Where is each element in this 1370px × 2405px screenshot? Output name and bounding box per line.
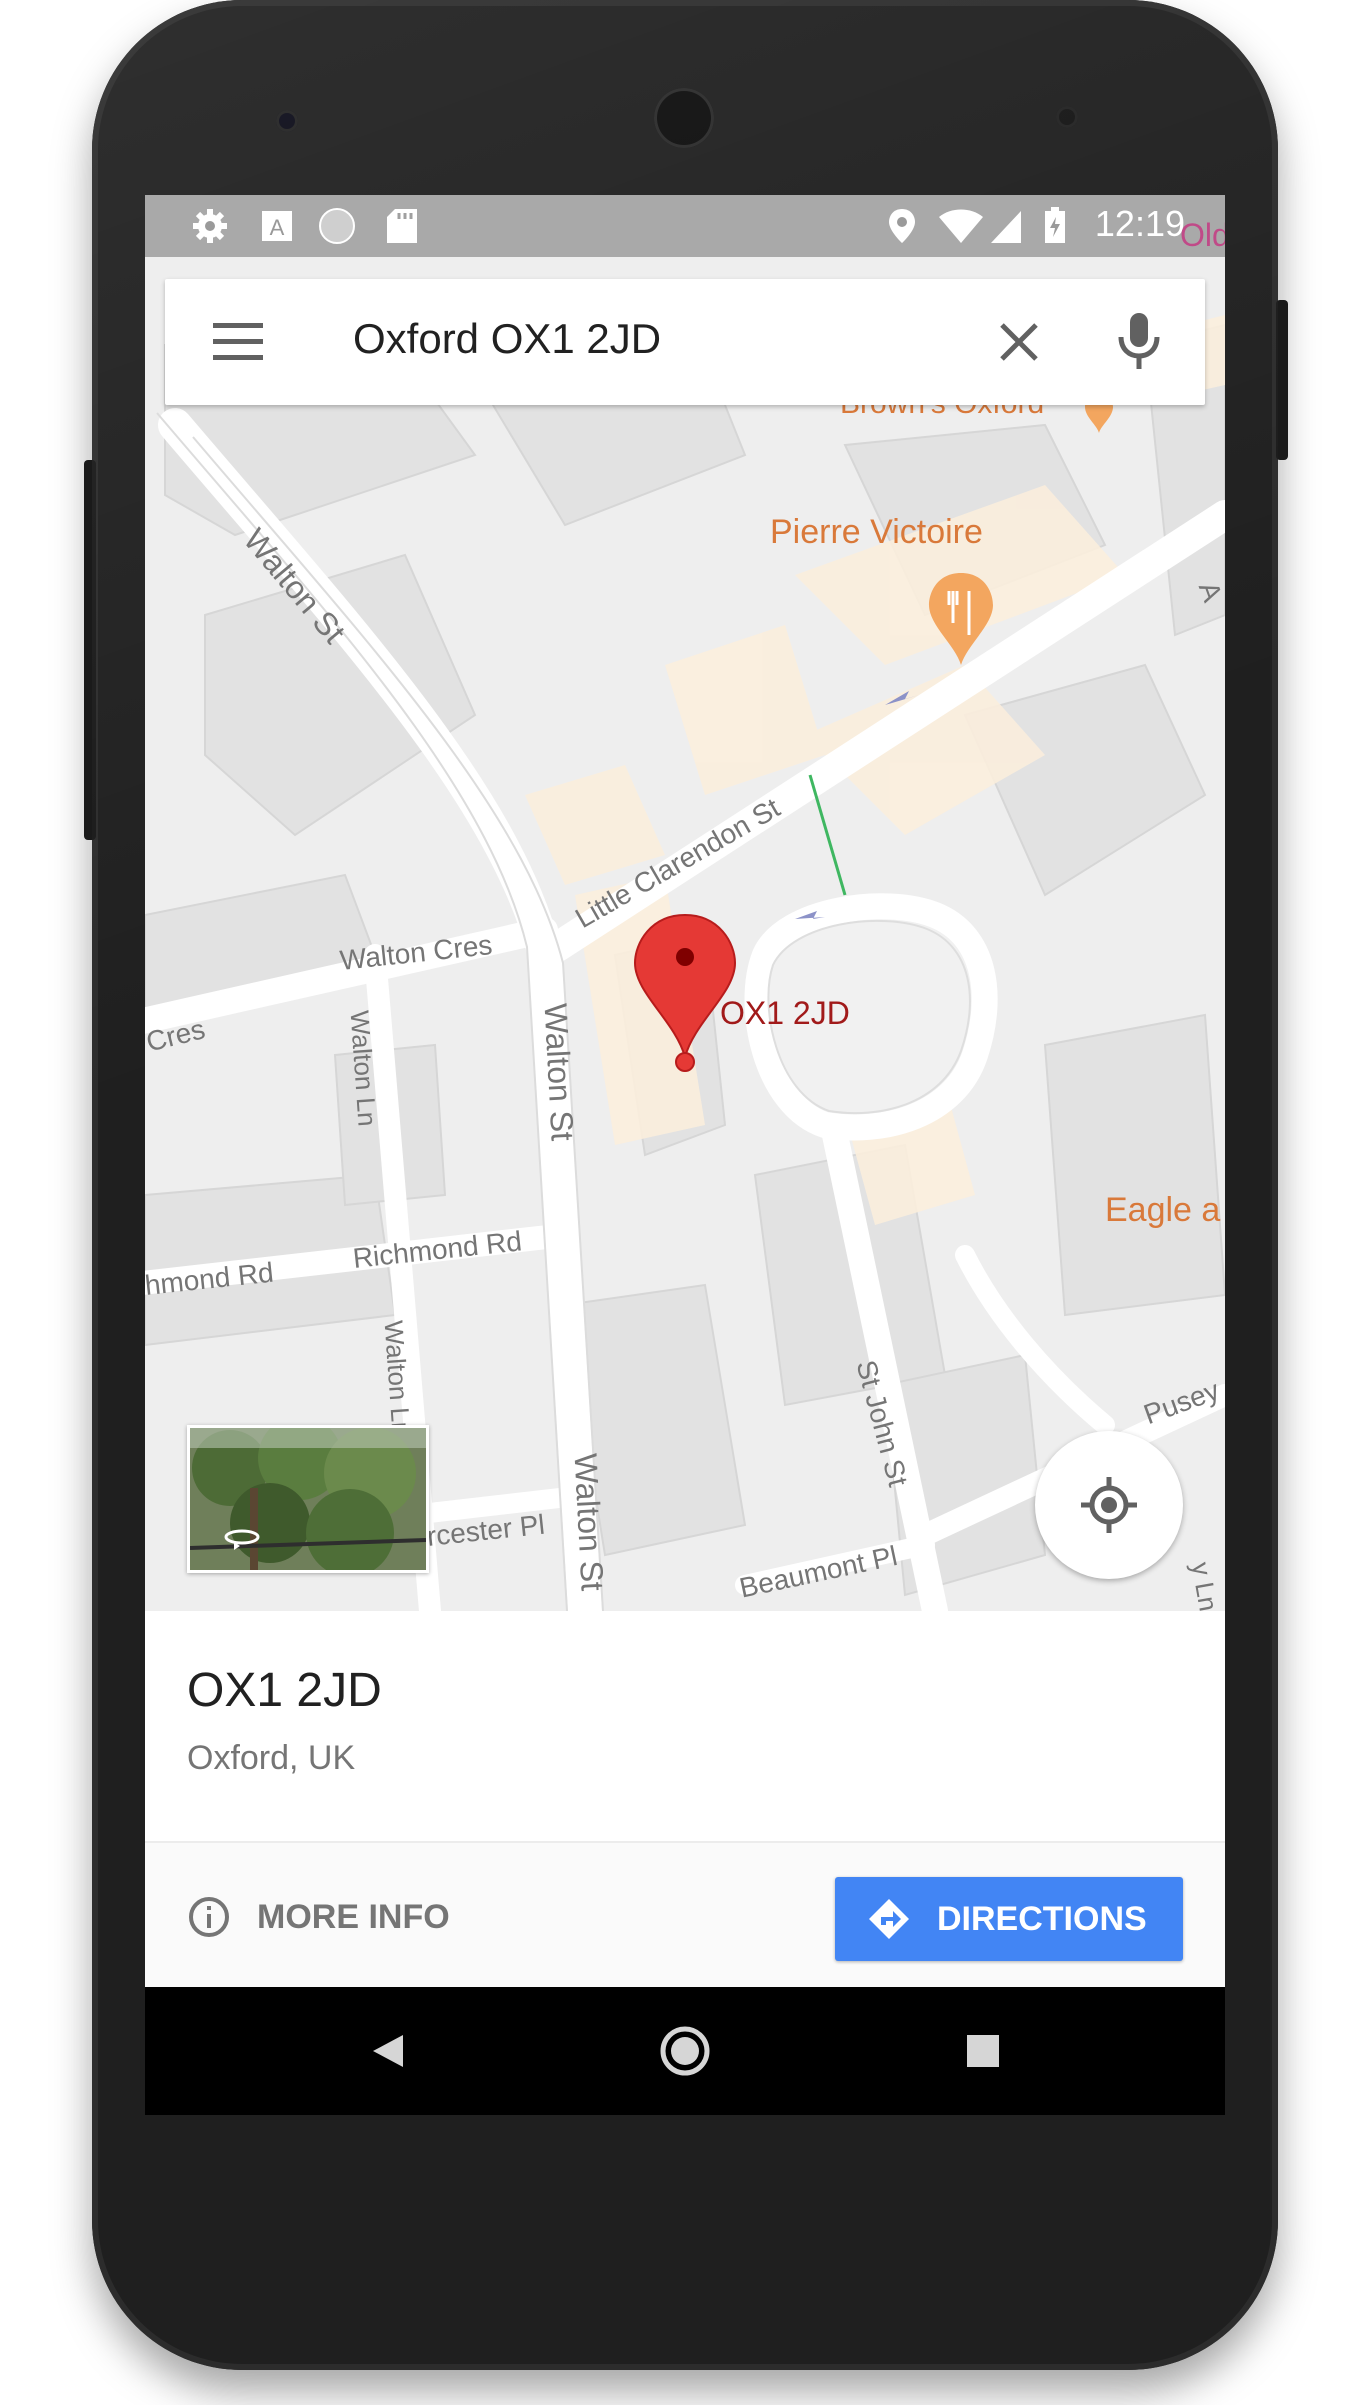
place-title: OX1 2JD <box>187 1664 382 1717</box>
home-button[interactable] <box>655 2021 715 2081</box>
info-icon <box>189 1897 229 1937</box>
menu-button[interactable] <box>213 323 263 361</box>
poi-label-pierre-victoire[interactable]: Pierre Victoire <box>770 513 983 552</box>
screen: Walton St Little Clarendon St Walton Cre… <box>145 195 1225 2115</box>
place-sheet[interactable]: OX1 2JD Oxford, UK MORE INFO DIRECTIONS <box>145 1611 1225 1989</box>
circle-icon <box>319 208 355 244</box>
voice-search-button[interactable] <box>1109 309 1169 375</box>
place-subtitle: Oxford, UK <box>187 1739 356 1777</box>
directions-button[interactable]: DIRECTIONS <box>835 1877 1183 1961</box>
street-label-walton-st-mid: Walton St <box>537 1002 581 1142</box>
power-button <box>84 460 96 840</box>
status-time: 12:19 <box>1094 203 1185 244</box>
directions-label: DIRECTIONS <box>937 1899 1147 1938</box>
recents-button[interactable] <box>953 2021 1013 2081</box>
font-a-icon: A <box>262 211 292 241</box>
back-button[interactable] <box>357 2021 417 2081</box>
recents-icon <box>967 2035 999 2067</box>
clear-search-button[interactable] <box>988 311 1050 373</box>
search-input[interactable]: Oxford OX1 2JD <box>353 315 661 363</box>
svg-text:A: A <box>270 215 285 240</box>
map-view[interactable] <box>145 195 1225 1611</box>
microphone-icon <box>1118 313 1160 369</box>
volume-button <box>1276 300 1288 460</box>
location-icon <box>889 209 915 243</box>
street-label-walton-st-bottom: Walton St <box>567 1452 611 1592</box>
search-bar[interactable]: Oxford OX1 2JD <box>165 279 1205 405</box>
rotate-360-icon <box>224 1529 260 1550</box>
earpiece-speaker <box>654 88 714 148</box>
more-info-button[interactable]: MORE INFO <box>187 1887 450 1947</box>
status-bar: A 12:19 <box>145 195 1225 257</box>
battery-charging-icon <box>1045 207 1065 243</box>
close-icon <box>1000 323 1038 361</box>
pin-label: OX1 2JD <box>720 995 850 1031</box>
home-icon <box>660 2026 710 2076</box>
my-location-icon <box>1081 1477 1137 1533</box>
wifi-icon <box>939 209 983 243</box>
menu-icon <box>213 323 263 328</box>
directions-icon <box>869 1899 909 1939</box>
action-bar: MORE INFO DIRECTIONS <box>145 1841 1225 1989</box>
more-info-label: MORE INFO <box>257 1897 450 1936</box>
navigation-bar <box>145 1987 1225 2115</box>
signal-icon <box>991 211 1021 243</box>
gear-icon <box>193 209 227 243</box>
front-camera <box>276 110 298 132</box>
sd-card-icon <box>387 209 417 243</box>
street-view-thumbnail[interactable] <box>187 1425 429 1573</box>
my-location-button[interactable] <box>1035 1431 1183 1579</box>
back-icon <box>373 2035 403 2067</box>
proximity-sensor <box>1056 106 1078 128</box>
poi-label-eagle[interactable]: Eagle a <box>1105 1191 1220 1230</box>
poi-label-old-parsonage[interactable]: Old Parson <box>1180 217 1225 254</box>
